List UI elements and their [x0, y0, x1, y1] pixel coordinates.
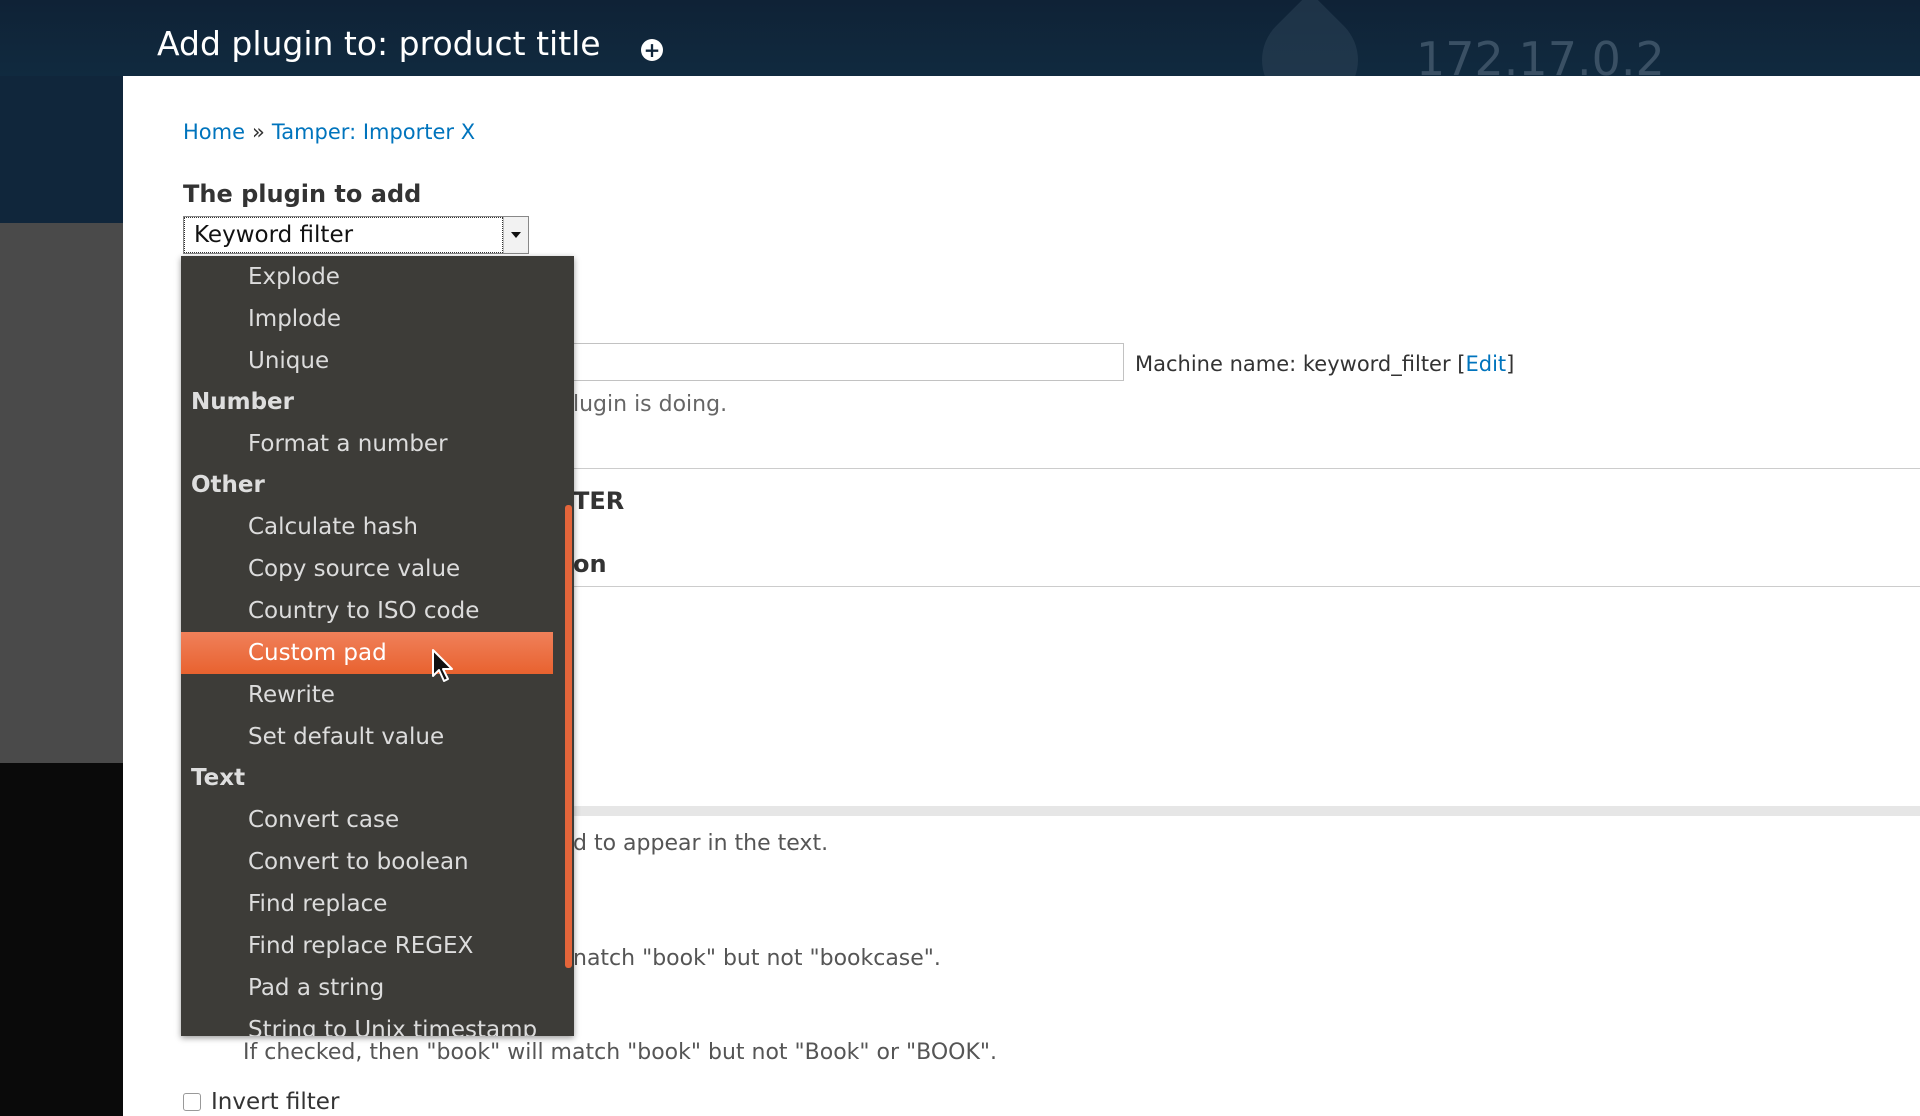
dropdown-option[interactable]: Calculate hash: [181, 506, 553, 548]
dropdown-option[interactable]: String to Unix timestamp: [181, 1009, 553, 1036]
overlay-backdrop-top: [0, 76, 123, 223]
dropdown-scrollbar[interactable]: [565, 505, 572, 968]
dropdown-option[interactable]: Copy source value: [181, 548, 553, 590]
invert-filter-checkbox[interactable]: [183, 1093, 201, 1111]
case-sensitive-help-text: If checked, then "book" will match "book…: [243, 1040, 998, 1065]
machine-name-prefix: Machine name: keyword_filter [: [1135, 352, 1466, 376]
dropdown-option[interactable]: Unique: [181, 340, 553, 382]
plugin-select-value[interactable]: Keyword filter: [184, 217, 503, 253]
divider: [573, 586, 1920, 587]
settings-heading: TER: [573, 487, 625, 515]
dropdown-option[interactable]: Set default value: [181, 716, 553, 758]
machine-name: Machine name: keyword_filter [Edit]: [1135, 352, 1514, 376]
dropdown-option[interactable]: Custom pad: [181, 632, 553, 674]
breadcrumb-tamper-link[interactable]: Tamper: Importer X: [272, 120, 475, 144]
page-title: Add plugin to: product title: [157, 24, 601, 63]
invert-filter-row[interactable]: Invert filter: [183, 1089, 339, 1115]
word-boundaries-help-text: natch "book" but not "bookcase".: [573, 946, 941, 971]
dropdown-option[interactable]: Convert to boolean: [181, 841, 553, 883]
dropdown-group-label: Number: [191, 389, 294, 415]
plugin-select[interactable]: Keyword filter: [183, 216, 529, 254]
dropdown-arrow-icon[interactable]: [503, 217, 528, 253]
machine-name-edit-link[interactable]: Edit: [1465, 352, 1506, 376]
admin-header: Add plugin to: product title + 172.17.0.…: [0, 0, 1920, 128]
invert-filter-label: Invert filter: [211, 1089, 340, 1115]
dropdown-option[interactable]: Explode: [181, 256, 553, 298]
dropdown-group-label: Text: [191, 765, 246, 791]
configuration-heading: on: [573, 550, 607, 578]
words-textarea-resize-bar[interactable]: [573, 806, 1920, 816]
dropdown-option[interactable]: Country to ISO code: [181, 590, 553, 632]
breadcrumb: Home » Tamper: Importer X: [183, 120, 475, 144]
dropdown-option[interactable]: Find replace: [181, 883, 553, 925]
breadcrumb-separator: »: [252, 120, 265, 144]
divider: [573, 468, 1920, 469]
plugin-select-label: The plugin to add: [183, 180, 422, 208]
machine-name-suffix: ]: [1506, 352, 1515, 376]
dropdown-option[interactable]: Format a number: [181, 423, 553, 465]
dropdown-option[interactable]: Rewrite: [181, 674, 553, 716]
plugin-dropdown-list[interactable]: Explode Implode Unique Number Format a numbe…: [181, 256, 574, 1036]
dropdown-option[interactable]: Pad a string: [181, 967, 553, 1009]
add-shortcut-icon[interactable]: +: [641, 39, 663, 61]
overlay-backdrop: [0, 223, 123, 763]
dropdown-option[interactable]: Implode: [181, 298, 553, 340]
words-help-text: d to appear in the text.: [573, 831, 829, 856]
dropdown-group-label: Other: [191, 472, 265, 498]
dropdown-option[interactable]: Convert case: [181, 799, 553, 841]
breadcrumb-home-link[interactable]: Home: [183, 120, 245, 144]
label-input[interactable]: [573, 343, 1124, 381]
dropdown-option[interactable]: Find replace REGEX: [181, 925, 553, 967]
mouse-cursor-icon: [432, 649, 453, 682]
label-description: lugin is doing.: [573, 392, 728, 417]
